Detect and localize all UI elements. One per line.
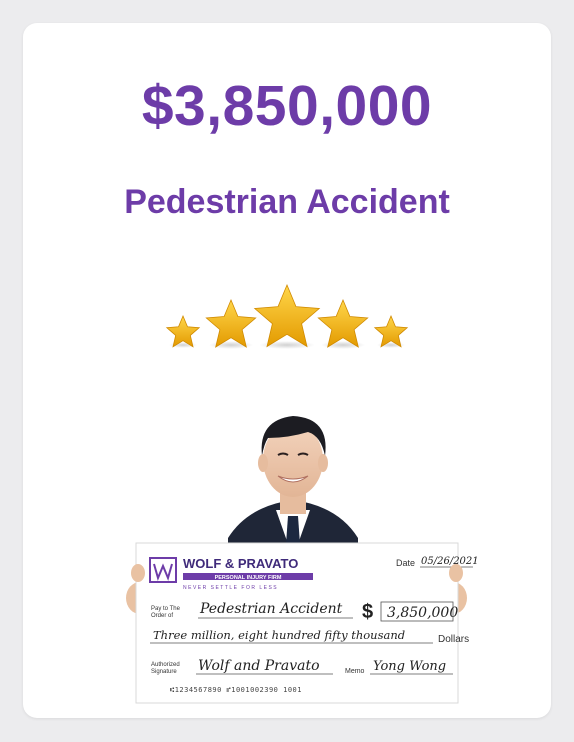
dollar-sign: $ (362, 601, 373, 623)
firm-tagline: NEVER SETTLE FOR LESS (183, 585, 278, 591)
client-check-photo: WOLF & PRAVATO PERSONAL INJURY FIRM NEVE… (126, 416, 478, 704)
pay-to-label: Pay to The (151, 606, 181, 612)
five-star-rating (165, 283, 409, 349)
settlement-amount: $3,850,000 (141, 74, 433, 138)
star-icon (317, 298, 369, 348)
authorized-signature: Wolf and Pravato (198, 658, 320, 674)
dollars-label: Dollars (438, 634, 469, 645)
star-icon (205, 298, 257, 348)
case-type-heading: Pedestrian Accident (124, 183, 450, 221)
firm-name: WOLF & PRAVATO (183, 556, 298, 571)
verdict-card: $3,850,000 Pedestrian Accident WOLF & PR… (23, 23, 551, 718)
numeric-amount: 3,850,000 (387, 605, 458, 621)
firm-subtitle: PERSONAL INJURY FIRM (215, 575, 282, 581)
prize-check: WOLF & PRAVATO PERSONAL INJURY FIRM NEVE… (135, 542, 478, 704)
signature-label: Signature (151, 669, 177, 675)
payee-name: Pedestrian Accident (199, 601, 343, 617)
authorized-label: Authorized (151, 662, 180, 668)
order-of-label: Order of (151, 613, 173, 619)
date-label: Date (396, 558, 415, 568)
written-amount: Three million, eight hundred fifty thous… (153, 628, 405, 642)
date-value: 05/26/2021 (421, 556, 478, 567)
memo-label: Memo (345, 668, 365, 675)
star-icon (253, 283, 321, 348)
micr-line: ⑆1234567890 ⑈1001002390 1001 (170, 686, 302, 694)
memo-value: Yong Wong (373, 659, 446, 674)
